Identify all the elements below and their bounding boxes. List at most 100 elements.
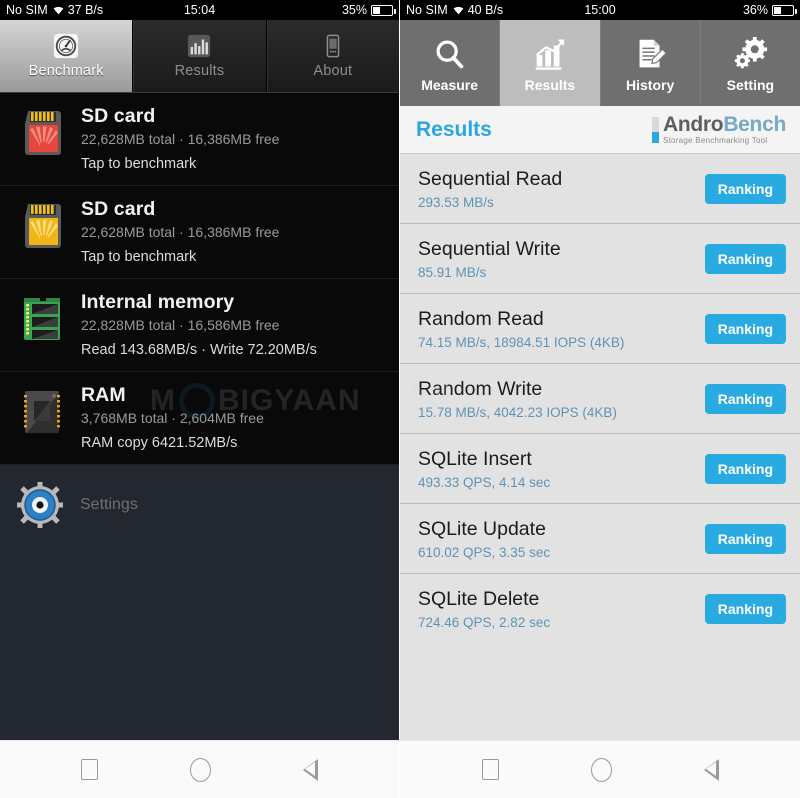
- tab-about[interactable]: About: [265, 20, 399, 92]
- battery-percent-label: 36%: [742, 3, 768, 17]
- phone-icon: [320, 33, 346, 59]
- result-name: Sequential Write: [418, 237, 561, 260]
- result-row[interactable]: Sequential Write 85.91 MB/s Ranking: [400, 224, 800, 294]
- result-value: 724.46 QPS, 2.82 sec: [418, 615, 551, 630]
- ranking-button[interactable]: Ranking: [704, 453, 786, 484]
- document-pencil-icon: [631, 34, 669, 74]
- result-row[interactable]: Random Read 74.15 MB/s, 18984.51 IOPS (4…: [400, 294, 800, 364]
- status-right-group: 35%: [341, 3, 396, 17]
- list-item-text: RAM 3,768MB total · 2,604MB free RAM cop…: [81, 384, 385, 452]
- logo-name-part1: Andro: [662, 113, 724, 136]
- result-row[interactable]: SQLite Update 610.02 QPS, 3.35 sec Ranki…: [400, 504, 800, 574]
- magnifier-icon: [431, 34, 469, 74]
- results-list: Sequential Read 293.53 MB/s Ranking Sequ…: [400, 154, 800, 644]
- page-title: Results: [416, 117, 492, 141]
- tab-benchmark[interactable]: Benchmark: [0, 20, 133, 92]
- ranking-button[interactable]: Ranking: [704, 594, 786, 624]
- tab-measure-label: Measure: [421, 76, 479, 93]
- bar-chart-icon: [186, 33, 212, 59]
- list-item-capacity: 3,768MB total · 2,604MB free: [81, 410, 264, 426]
- ranking-button[interactable]: Ranking: [704, 173, 786, 204]
- ram-chip-icon: [16, 386, 68, 438]
- back-triangle-icon[interactable]: [703, 758, 719, 781]
- result-value: 493.33 QPS, 4.14 sec: [418, 474, 551, 490]
- tab-measure[interactable]: Measure: [400, 20, 501, 106]
- result-name: Random Write: [418, 377, 543, 400]
- ranking-button[interactable]: Ranking: [704, 243, 786, 274]
- list-item[interactable]: SD card 22,628MB total · 16,386MB free T…: [0, 186, 399, 279]
- ranking-button[interactable]: Ranking: [704, 523, 786, 554]
- result-row[interactable]: SQLite Delete 724.46 QPS, 2.82 sec Ranki…: [400, 574, 800, 644]
- result-value: 610.02 QPS, 3.35 sec: [418, 544, 551, 560]
- tab-about-label: About: [313, 63, 353, 79]
- storage-list: SD card 22,628MB total · 16,386MB free T…: [0, 93, 399, 465]
- result-value: 74.15 MB/s, 18984.51 IOPS (4KB): [418, 334, 625, 350]
- list-item-capacity: 22,828MB total · 16,586MB free: [81, 317, 280, 333]
- dual-phone-screenshot: No SIM 37 B/s 15:04 35% Benchmark Result…: [0, 0, 800, 798]
- list-item-title: RAM: [81, 384, 126, 406]
- list-item[interactable]: RAM 3,768MB total · 2,604MB free RAM cop…: [0, 372, 399, 465]
- tab-setting[interactable]: Setting: [701, 20, 800, 106]
- left-status-bar: No SIM 37 B/s 15:04 35%: [0, 0, 399, 20]
- recents-square-icon[interactable]: [481, 759, 499, 780]
- results-header: Results AndroBench Storage Benchmarking …: [400, 106, 800, 154]
- androbench-logo: AndroBench Storage Benchmarking Tool: [651, 114, 786, 145]
- result-name: SQLite Update: [418, 517, 546, 540]
- right-tab-bar: Measure Results History Setting: [400, 20, 800, 106]
- result-row[interactable]: SQLite Insert 493.33 QPS, 4.14 sec Ranki…: [400, 434, 800, 504]
- home-circle-icon[interactable]: [590, 757, 612, 782]
- tab-results[interactable]: Results: [500, 20, 601, 106]
- status-left-group: No SIM 40 B/s: [406, 3, 503, 17]
- list-item-text: Internal memory 22,828MB total · 16,586M…: [81, 291, 385, 359]
- network-speed-label: 37 B/s: [67, 3, 104, 17]
- wifi-icon: [52, 5, 64, 15]
- left-tab-bar: Benchmark Results About: [0, 20, 399, 93]
- gear-eye-icon: [16, 481, 64, 529]
- logo-tagline: Storage Benchmarking Tool: [662, 136, 768, 145]
- tab-results[interactable]: Results: [132, 20, 266, 92]
- result-text: Random Read 74.15 MB/s, 18984.51 IOPS (4…: [418, 307, 624, 351]
- list-item-capacity: 22,628MB total · 16,386MB free: [81, 224, 280, 240]
- left-android-nav-bar: [0, 740, 399, 798]
- tab-history[interactable]: History: [601, 20, 701, 106]
- status-right-group: 36%: [742, 3, 797, 17]
- ranking-button[interactable]: Ranking: [704, 313, 786, 344]
- battery-percent-label: 35%: [341, 3, 367, 17]
- list-item[interactable]: SD card 22,628MB total · 16,386MB free T…: [0, 93, 399, 186]
- recents-square-icon[interactable]: [81, 759, 98, 780]
- list-item-action: Tap to benchmark: [81, 156, 197, 172]
- settings-label: Settings: [80, 496, 138, 513]
- battery-icon: [772, 4, 797, 16]
- tab-history-label: History: [626, 76, 675, 93]
- result-text: Sequential Write 85.91 MB/s: [418, 237, 561, 281]
- list-item-action: RAM copy 6421.52MB/s: [81, 435, 238, 451]
- result-name: SQLite Insert: [418, 447, 532, 470]
- list-item-text: SD card 22,628MB total · 16,386MB free T…: [81, 105, 385, 173]
- back-triangle-icon[interactable]: [303, 758, 318, 781]
- tab-results-label: Results: [174, 63, 225, 79]
- list-item-title: SD card: [81, 105, 156, 127]
- network-speed-label: 40 B/s: [467, 3, 504, 17]
- memory-module-icon: [16, 293, 68, 345]
- result-row[interactable]: Random Write 15.78 MB/s, 4042.23 IOPS (4…: [400, 364, 800, 434]
- status-left-group: No SIM 37 B/s: [6, 3, 103, 17]
- logo-text: AndroBench Storage Benchmarking Tool: [663, 114, 786, 145]
- growth-chart-icon: [531, 34, 569, 74]
- sd-card-yellow-icon: [16, 200, 68, 252]
- home-circle-icon[interactable]: [190, 757, 211, 782]
- speedometer-icon: [53, 33, 79, 59]
- left-phone-screen: No SIM 37 B/s 15:04 35% Benchmark Result…: [0, 0, 399, 798]
- settings-row[interactable]: Settings: [0, 465, 399, 545]
- list-item-title: Internal memory: [81, 291, 235, 313]
- result-name: Random Read: [418, 307, 544, 330]
- result-row[interactable]: Sequential Read 293.53 MB/s Ranking: [400, 154, 800, 224]
- carrier-label: No SIM: [406, 3, 448, 17]
- battery-icon: [371, 4, 396, 16]
- right-android-nav-bar: [400, 740, 800, 798]
- result-value: 15.78 MB/s, 4042.23 IOPS (4KB): [418, 404, 617, 420]
- logo-name: AndroBench: [663, 113, 786, 136]
- logo-bar-icon: [651, 116, 659, 143]
- result-text: Random Write 15.78 MB/s, 4042.23 IOPS (4…: [418, 377, 617, 421]
- ranking-button[interactable]: Ranking: [704, 383, 786, 414]
- list-item[interactable]: Internal memory 22,828MB total · 16,586M…: [0, 279, 399, 372]
